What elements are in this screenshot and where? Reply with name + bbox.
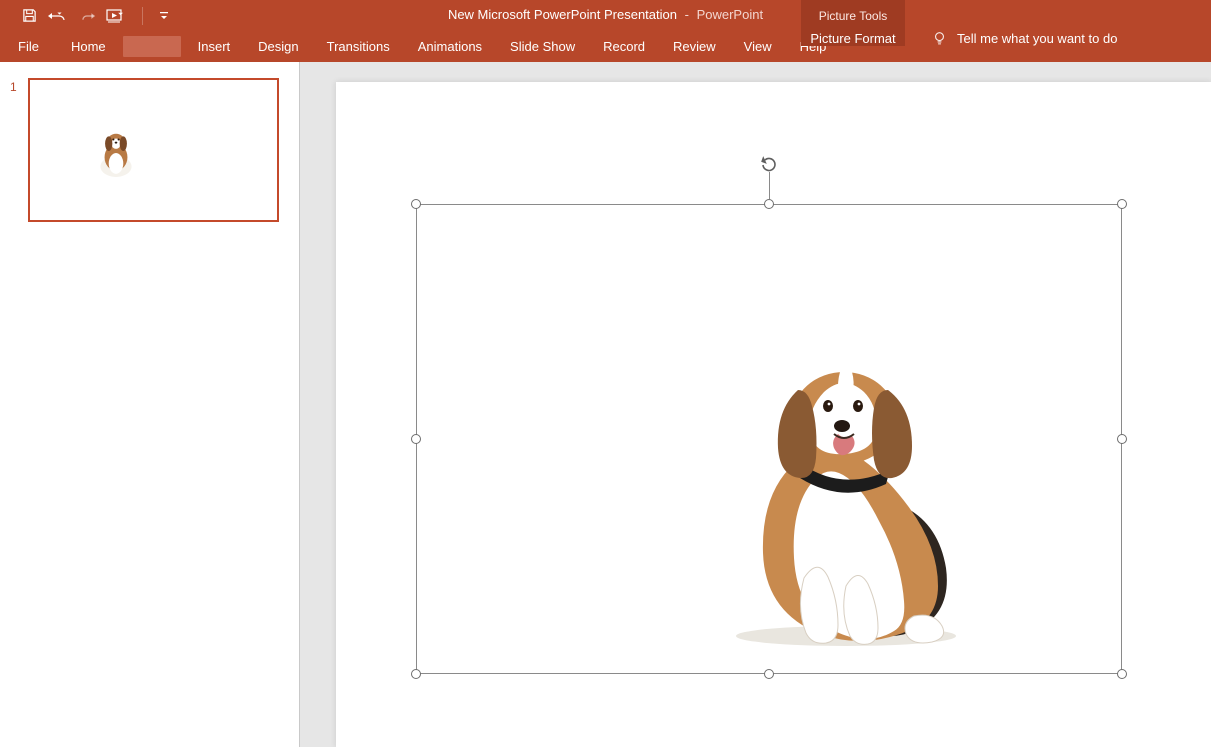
slide-thumbnails-panel: 1: [0, 62, 300, 747]
tab-slideshow[interactable]: Slide Show: [496, 31, 589, 62]
rotation-stem: [769, 172, 770, 199]
selection-frame[interactable]: [416, 204, 1122, 674]
tab-insert[interactable]: Insert: [184, 31, 245, 62]
customize-qat-icon[interactable]: [153, 5, 175, 27]
context-tab-label: Picture Tools: [819, 9, 887, 23]
slide-canvas[interactable]: [300, 62, 1211, 747]
tab-home[interactable]: Home: [57, 31, 120, 62]
slide-number: 1: [10, 80, 17, 94]
resize-handle-br[interactable]: [1117, 669, 1127, 679]
resize-handle-b[interactable]: [764, 669, 774, 679]
app-name: PowerPoint: [697, 7, 763, 22]
document-title: New Microsoft PowerPoint Presentation: [448, 7, 677, 22]
lightbulb-icon: [932, 31, 947, 46]
slide-thumbnail-1[interactable]: [28, 78, 279, 222]
slide-1[interactable]: [336, 82, 1211, 747]
tab-design[interactable]: Design: [244, 31, 312, 62]
tab-review[interactable]: Review: [659, 31, 730, 62]
tab-record[interactable]: Record: [589, 31, 659, 62]
save-icon[interactable]: [18, 5, 40, 27]
quick-access-toolbar: [0, 5, 175, 27]
title-bar: New Microsoft PowerPoint Presentation - …: [0, 0, 1211, 31]
start-from-beginning-icon[interactable]: [104, 5, 132, 27]
thumbnail-dog-picture: [88, 126, 144, 178]
tab-file[interactable]: File: [0, 31, 57, 62]
resize-handle-t[interactable]: [764, 199, 774, 209]
resize-handle-tl[interactable]: [411, 199, 421, 209]
ribbon-tabs: File Home Insert Design Transitions Anim…: [0, 31, 1211, 62]
qat-separator: [142, 7, 143, 25]
tab-animations[interactable]: Animations: [404, 31, 496, 62]
resize-handle-bl[interactable]: [411, 669, 421, 679]
resize-handle-l[interactable]: [411, 434, 421, 444]
tell-me-search[interactable]: Tell me what you want to do: [918, 31, 1117, 46]
workspace: 1: [0, 62, 1211, 747]
tab-view[interactable]: View: [730, 31, 786, 62]
resize-handle-tr[interactable]: [1117, 199, 1127, 209]
window-title: New Microsoft PowerPoint Presentation - …: [0, 7, 1211, 22]
undo-icon[interactable]: [44, 5, 74, 27]
tab-hidden[interactable]: [123, 36, 181, 57]
resize-handle-r[interactable]: [1117, 434, 1127, 444]
picture-tools-contextual-tab[interactable]: Picture Tools: [801, 0, 905, 31]
title-separator: -: [685, 7, 689, 22]
redo-icon[interactable]: [78, 5, 100, 27]
tab-transitions[interactable]: Transitions: [313, 31, 404, 62]
dog-picture[interactable]: [706, 348, 978, 648]
rotation-handle-icon[interactable]: [759, 154, 779, 174]
tab-picture-format[interactable]: Picture Format: [801, 31, 905, 46]
tell-me-label: Tell me what you want to do: [957, 31, 1117, 46]
